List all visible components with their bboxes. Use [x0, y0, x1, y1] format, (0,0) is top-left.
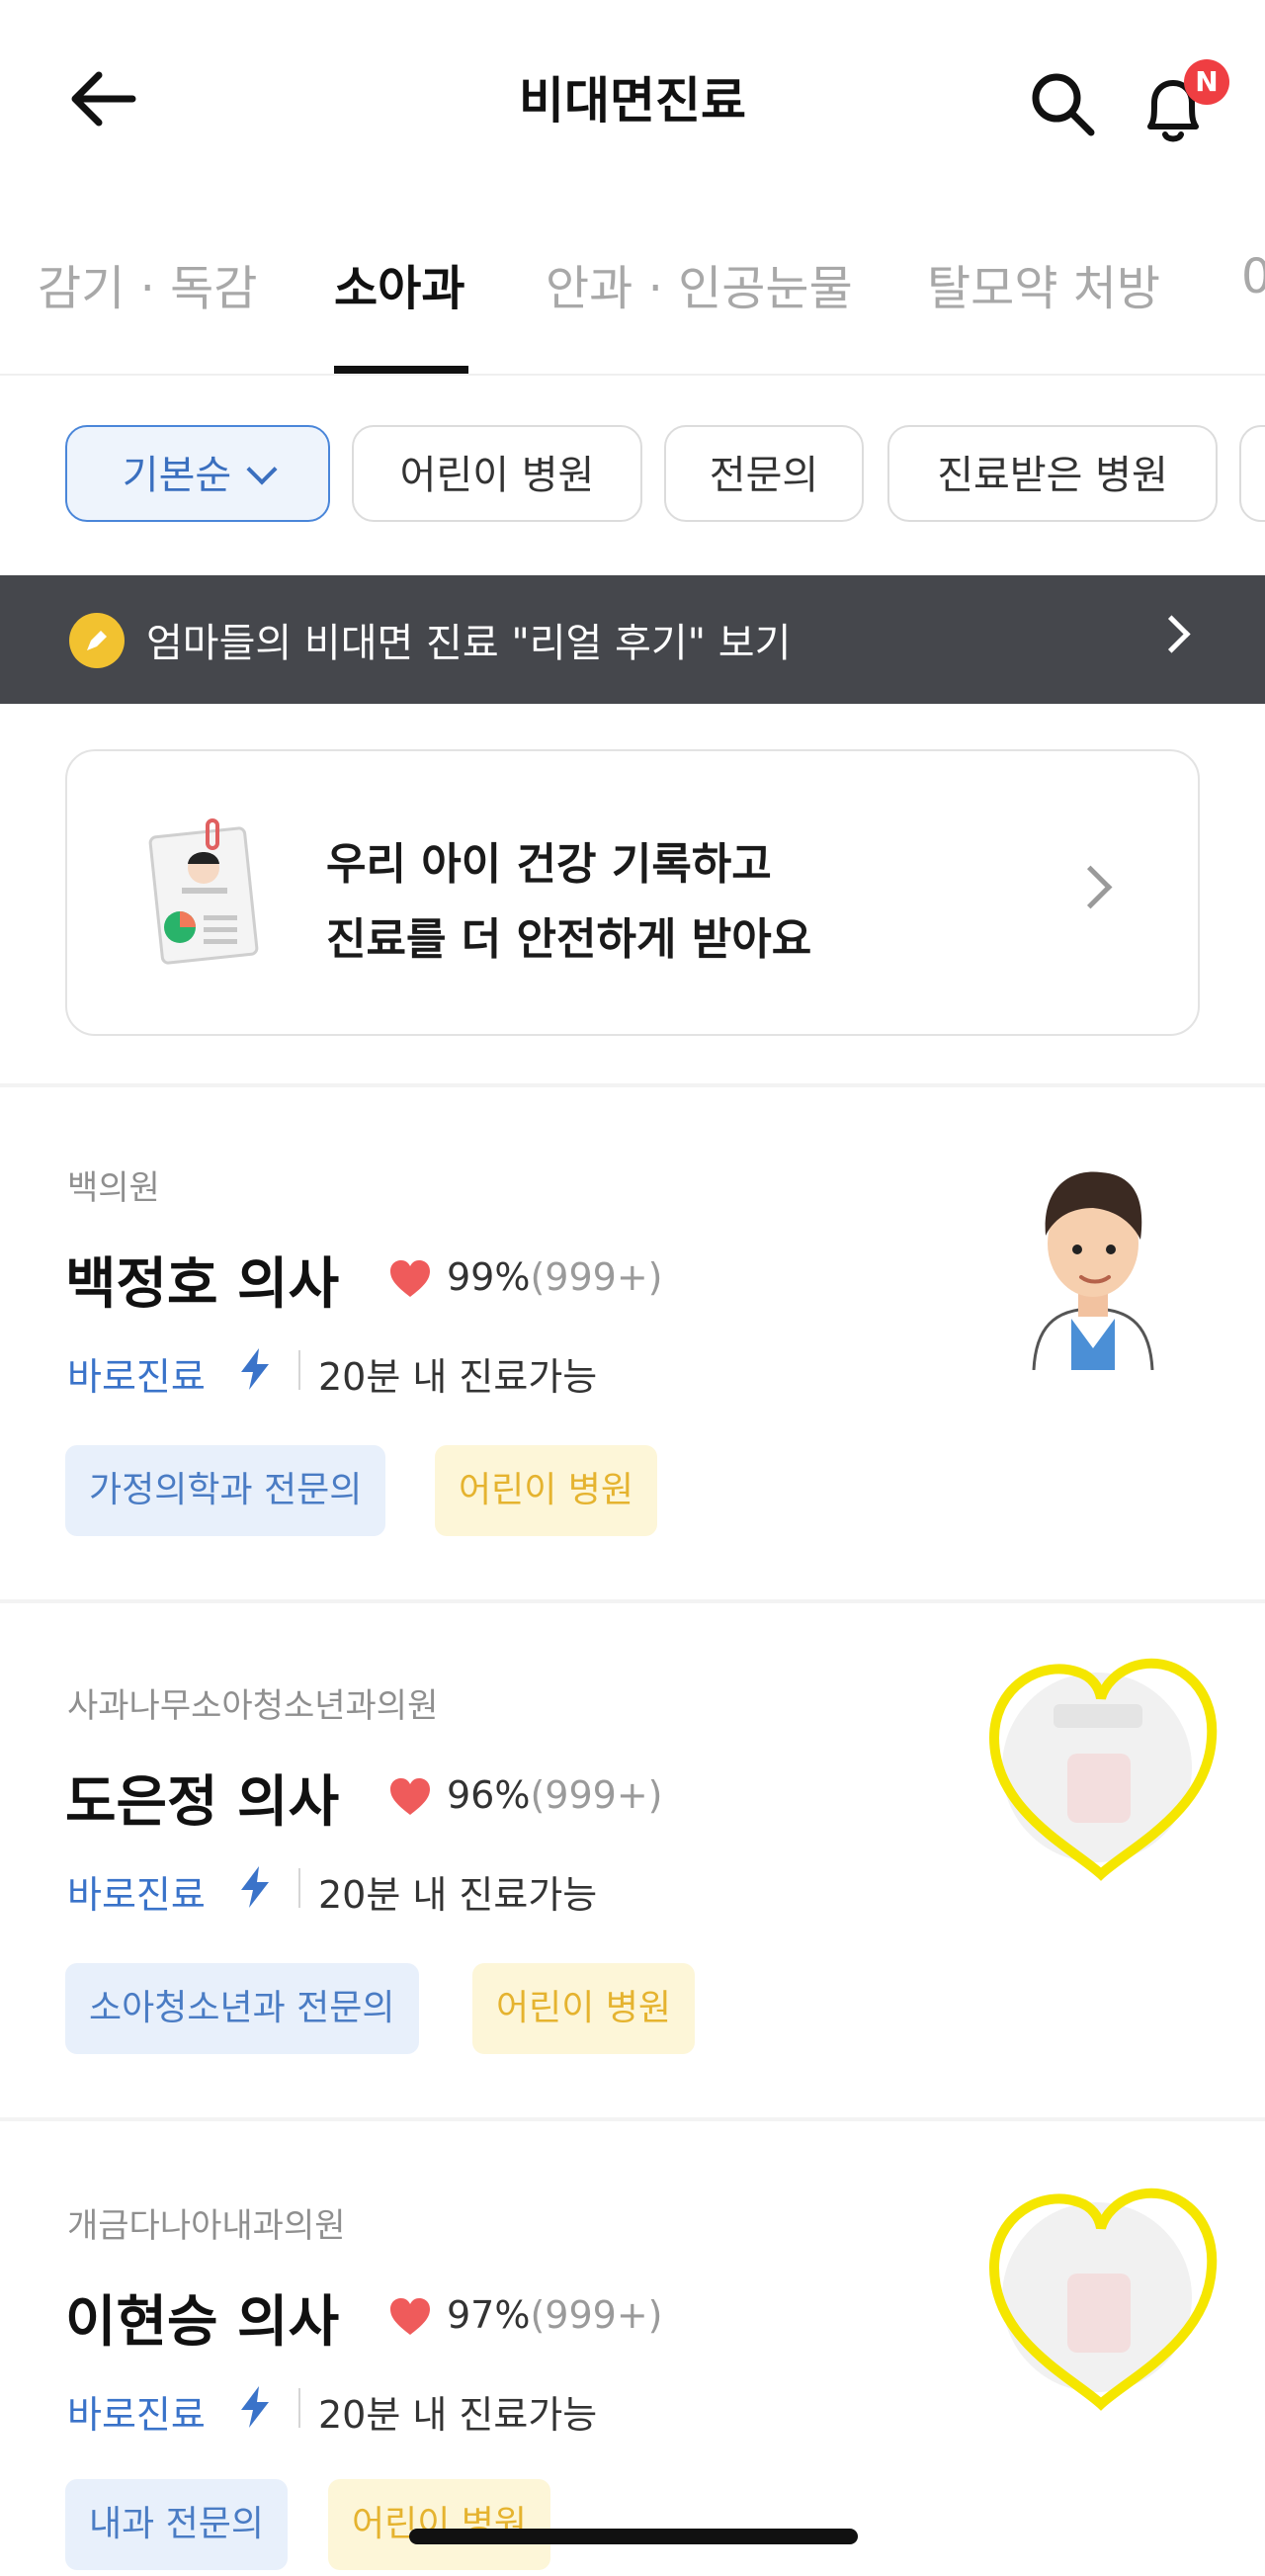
top-app-bar: 비대면진료 N	[0, 0, 1265, 198]
divider	[298, 1350, 300, 1390]
divider	[298, 1868, 300, 1908]
lightning-icon	[241, 2386, 269, 2428]
chevron-down-icon	[246, 454, 278, 485]
tab-cold-flu[interactable]: 감기 · 독감	[38, 249, 257, 318]
quick-consult-label: 바로진료	[67, 2393, 206, 2437]
clinic-name: 백의원	[67, 1168, 160, 1208]
doctor-name: 이현승 의사	[65, 2290, 340, 2355]
card-title-line2: 진료를 더 안전하게 받아요	[326, 914, 812, 965]
tab-pediatrics[interactable]: 소아과	[334, 249, 464, 318]
availability-text: 20분 내 진료가능	[318, 1355, 598, 1399]
divider	[0, 374, 1265, 376]
availability-text: 20분 내 진료가능	[318, 2393, 598, 2437]
rating-percent: 97%	[447, 2293, 531, 2337]
home-indicator	[409, 2529, 858, 2544]
lightning-icon	[241, 1866, 269, 1908]
availability-text: 20분 내 진료가능	[318, 1873, 598, 1917]
filter-chip-visited[interactable]: 진료받은 병원	[887, 425, 1218, 522]
divider	[298, 2388, 300, 2428]
doctor-avatar	[988, 2188, 1218, 2411]
notification-badge: N	[1184, 59, 1229, 105]
tab-hair-loss[interactable]: 탈모약 처방	[927, 249, 1160, 318]
kids-hospital-tag: 어린이 병원	[328, 2479, 551, 2570]
specialty-tag: 가정의학과 전문의	[65, 1445, 386, 1536]
quick-consult-label: 바로진료	[67, 1355, 206, 1399]
notification-button[interactable]: N	[1133, 59, 1231, 148]
health-record-icon	[148, 818, 259, 965]
kids-hospital-tag: 어린이 병원	[435, 1445, 658, 1536]
rating-percent: 96%	[447, 1773, 531, 1817]
category-tabs: 감기 · 독감 소아과 안과 · 인공눈물 탈모약 처방 0	[0, 227, 1265, 376]
heart-icon	[390, 1778, 430, 1815]
banner-text: 엄마들의 비대면 진료 "리얼 후기" 보기	[146, 621, 792, 666]
search-icon[interactable]	[1028, 69, 1097, 138]
filter-chip-kids-hospital[interactable]: 어린이 병원	[352, 425, 642, 522]
kids-hospital-tag: 어린이 병원	[472, 1963, 696, 2054]
heart-icon	[390, 1260, 430, 1297]
rating: 99%(999+)	[447, 1255, 663, 1299]
review-count: (999+)	[530, 2293, 663, 2337]
sort-label: 기본순	[122, 453, 232, 498]
active-tab-indicator	[334, 366, 468, 374]
doctor-avatar	[988, 1658, 1218, 1881]
specialty-tag: 내과 전문의	[65, 2479, 289, 2570]
clinic-name: 개금다나아내과의원	[67, 2206, 346, 2246]
tab-eye[interactable]: 안과 · 인공눈물	[546, 249, 853, 318]
clinic-name: 사과나무소아청소년과의원	[67, 1686, 439, 1726]
quick-consult-label: 바로진료	[67, 1873, 206, 1917]
doctor-name: 도은정 의사	[65, 1770, 340, 1835]
review-count: (999+)	[530, 1773, 663, 1817]
rating: 96%(999+)	[447, 1773, 663, 1817]
rating-percent: 99%	[447, 1255, 531, 1299]
filter-chip-specialist[interactable]: 전문의	[664, 425, 864, 522]
rating: 97%(999+)	[447, 2293, 663, 2337]
card-title-line1: 우리 아이 건강 기록하고	[326, 839, 772, 890]
pencil-icon	[69, 613, 125, 668]
heart-icon	[390, 2298, 430, 2335]
review-count: (999+)	[530, 1255, 663, 1299]
doctor-avatar	[1032, 1171, 1154, 1370]
filter-chip-partial[interactable]	[1239, 425, 1265, 522]
lightning-icon	[241, 1348, 269, 1390]
specialty-tag: 소아청소년과 전문의	[65, 1963, 419, 2054]
sort-dropdown[interactable]: 기본순	[65, 425, 330, 522]
doctor-name: 백정호 의사	[65, 1252, 340, 1317]
tab-next-partial[interactable]: 0	[1241, 249, 1265, 304]
